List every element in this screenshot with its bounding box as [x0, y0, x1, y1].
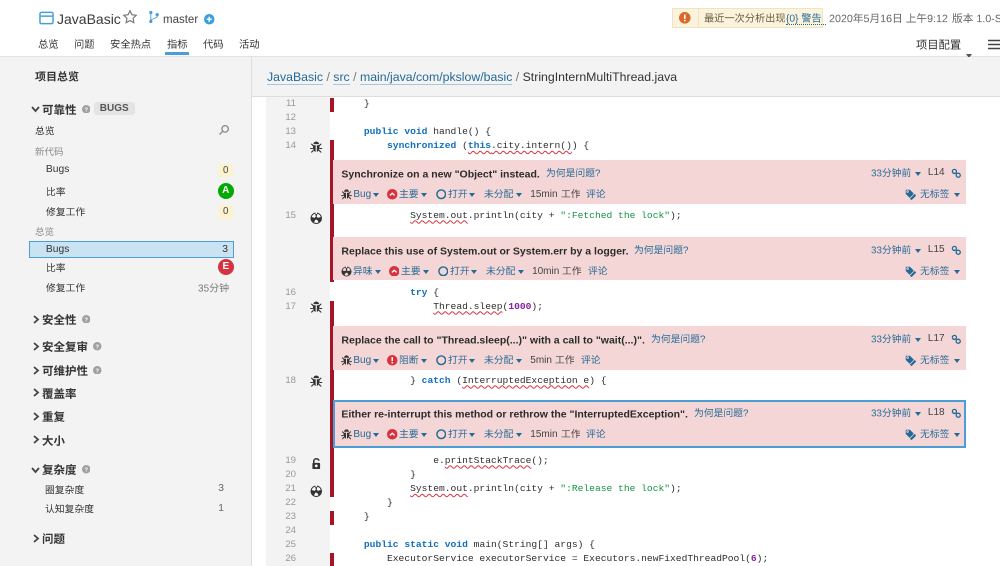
svg-text:?: ? [84, 317, 88, 323]
svg-text:?: ? [96, 368, 100, 374]
svg-text:?: ? [96, 345, 100, 351]
svg-text:?: ? [84, 468, 88, 474]
svg-text:?: ? [84, 107, 88, 113]
